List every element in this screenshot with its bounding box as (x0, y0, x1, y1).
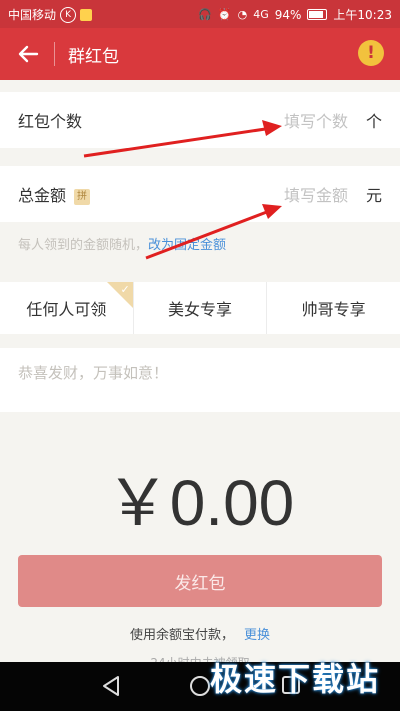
payment-method-line: 使用余额宝付款， 更换 (0, 624, 400, 643)
watermark: 极速下载站 (209, 660, 380, 698)
packet-count-unit: 个 (365, 112, 382, 131)
total-amount-unit: 元 (365, 186, 382, 205)
alarm-icon: ⏰ (217, 7, 232, 21)
signal-icon: 4G (253, 7, 269, 21)
greeting-field[interactable]: 恭喜发财，万事如意！ (0, 348, 400, 412)
battery-icon (307, 9, 328, 20)
tab-anyone[interactable]: 任何人可领 ✓ (0, 282, 134, 334)
battery-percent: 94% (274, 7, 302, 22)
packet-count-label: 红包个数 (18, 112, 83, 131)
greeting-placeholder: 恭喜发财，万事如意！ (18, 364, 169, 382)
amount-display: ￥0.00 (105, 467, 295, 539)
wifi-icon: ◔ (237, 7, 248, 21)
packet-count-row[interactable]: 红包个数 填写个数 个 (0, 92, 400, 148)
nav-home-icon[interactable] (188, 674, 212, 698)
total-amount-label: 总金额拼 (18, 182, 91, 206)
total-amount-input[interactable]: 填写金额 (284, 182, 348, 206)
tab-women-only-label: 美女专享 (168, 300, 233, 319)
payment-text: 使用余额宝付款， (129, 628, 234, 643)
k-badge-icon: K (60, 6, 77, 23)
page-title: 群红包 (68, 47, 119, 67)
send-red-packet-button[interactable]: 发红包 (18, 555, 382, 607)
pin-badge: 拼 (74, 188, 91, 205)
info-icon[interactable]: ! (358, 40, 384, 66)
packet-count-input[interactable]: 填写个数 (284, 108, 348, 132)
status-bar: 中国移动 K 🎧 ⏰ ◔ 4G 94% 上午10:23 (0, 0, 400, 28)
check-icon: ✓ (120, 283, 130, 296)
back-arrow-icon (18, 45, 39, 63)
notification-icon (80, 8, 93, 21)
hint-text: 每人领到的金额随机， (18, 238, 149, 253)
tab-men-only-label: 帅哥专享 (301, 300, 366, 319)
random-amount-hint: 每人领到的金额随机，改为固定金额 (18, 234, 226, 253)
tab-women-only[interactable]: 美女专享 (134, 282, 268, 334)
total-amount-text: 总金额 (18, 186, 67, 205)
fixed-amount-link[interactable]: 改为固定金额 (148, 238, 226, 253)
audience-tabs: 任何人可领 ✓ 美女专享 帅哥专享 (0, 282, 400, 334)
clock: 上午10:23 (333, 8, 392, 22)
app-header: 群红包 ! (0, 28, 400, 80)
carrier-label: 中国移动 (8, 8, 57, 22)
nav-back-icon[interactable] (100, 674, 122, 698)
headphones-icon: 🎧 (198, 7, 212, 21)
tab-anyone-label: 任何人可领 (26, 300, 107, 319)
tab-men-only[interactable]: 帅哥专享 (267, 282, 400, 334)
total-amount-row[interactable]: 总金额拼 填写金额 元 (0, 166, 400, 222)
back-button[interactable] (14, 38, 42, 70)
header-divider (54, 42, 55, 66)
change-payment-link[interactable]: 更换 (244, 628, 270, 643)
